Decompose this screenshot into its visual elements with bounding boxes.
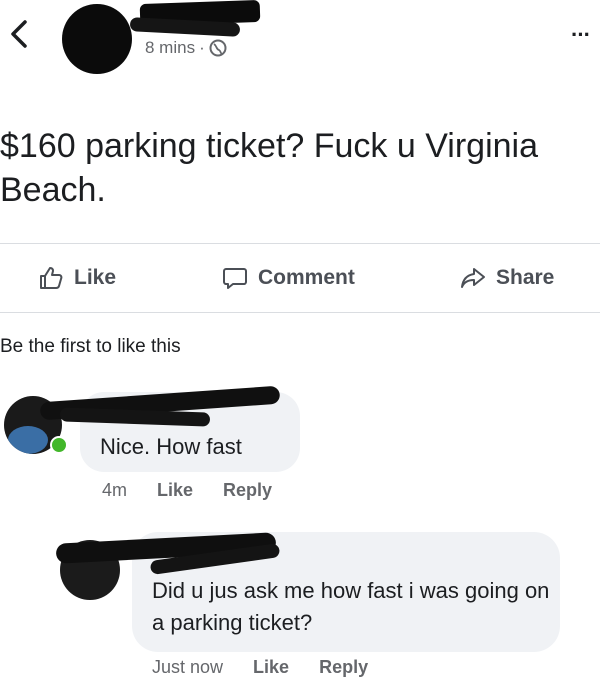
comment-like-link[interactable]: Like <box>157 480 193 501</box>
share-button[interactable]: Share <box>460 260 554 296</box>
back-button[interactable] <box>6 18 34 50</box>
share-icon <box>461 268 485 288</box>
comment-meta: Just now Like Reply <box>152 657 368 678</box>
globe-icon <box>209 39 227 57</box>
comment-text: Did u jus ask me how fast i was going on… <box>152 578 550 635</box>
post-time[interactable]: 8 mins <box>145 38 195 58</box>
like-button[interactable]: Like <box>38 260 116 296</box>
divider-top <box>0 243 600 244</box>
divider-bottom <box>0 312 600 313</box>
comment-like-link[interactable]: Like <box>253 657 289 678</box>
online-status-dot <box>50 436 68 454</box>
comment-icon <box>223 268 247 289</box>
post-meta: 8 mins · <box>145 38 227 58</box>
comment-label: Comment <box>258 266 355 289</box>
comment-button[interactable]: Comment <box>222 260 355 296</box>
comment-meta: 4m Like Reply <box>102 480 272 501</box>
comment-text: Nice. How fast <box>100 434 242 459</box>
share-label: Share <box>496 266 555 289</box>
comment-reply-link[interactable]: Reply <box>319 657 368 678</box>
meta-separator: · <box>199 38 205 57</box>
chevron-left-icon <box>11 20 27 48</box>
thumbs-up-icon <box>40 267 63 289</box>
comment-time: Just now <box>152 657 224 677</box>
poster-avatar[interactable] <box>62 4 132 74</box>
more-options-button[interactable]: ··· <box>571 22 591 48</box>
likes-summary: Be the first to like this <box>0 336 181 357</box>
comment-reply-link[interactable]: Reply <box>223 480 272 501</box>
comment-time: 4m <box>102 480 128 500</box>
post-text: $160 parking ticket? Fuck u Virginia Bea… <box>0 127 539 209</box>
like-label: Like <box>74 266 117 289</box>
